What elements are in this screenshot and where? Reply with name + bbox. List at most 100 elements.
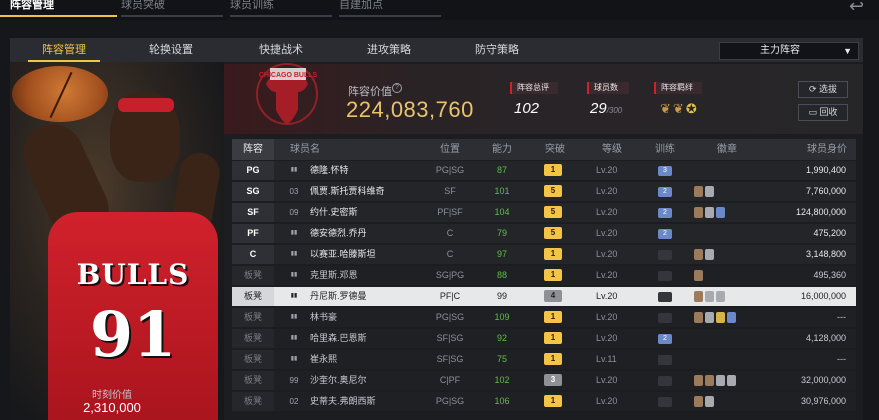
player-name[interactable]: 约什.史密斯 xyxy=(310,203,358,222)
sub-tab-defense-strategy[interactable]: 防守策略 xyxy=(462,38,532,62)
top-tab-breakthrough[interactable]: 球员突破 xyxy=(121,0,165,16)
top-tab-custom-points[interactable]: 自建加点 xyxy=(339,0,383,16)
player-position: PF|C xyxy=(439,291,461,301)
jersey-number: 02 xyxy=(289,397,299,406)
bond-icon[interactable]: ❦ xyxy=(673,101,686,116)
lineup-slot: 板凳 xyxy=(232,308,274,327)
player-salary: 16,000,000 xyxy=(800,291,846,301)
back-arrow-icon[interactable]: ↩ xyxy=(849,0,873,16)
signal-bars-icon: ▮▮ xyxy=(290,251,298,257)
bond-icons[interactable]: ❦❦✪ xyxy=(660,101,699,117)
training-badge xyxy=(658,397,672,407)
signal-bars-icon: ▮▮ xyxy=(290,314,298,320)
table-row[interactable]: 板凳 ▮▮ 克里斯.邓恩 SG|PG 88 1 Lv.20 495,360 xyxy=(232,266,856,285)
player-name[interactable]: 崔永熙 xyxy=(310,350,337,369)
table-row[interactable]: C ▮▮ 以赛亚.哈滕斯坦 C 97 1 Lv.20 3,148,800 xyxy=(232,245,856,264)
breakthrough-badge: 1 xyxy=(544,311,562,323)
lineup-slot: SF xyxy=(232,203,274,222)
lineup-dropdown[interactable]: 主力阵容 ▼ xyxy=(719,42,859,60)
table-row[interactable]: PG ▮▮ 德隆.怀特 PG|SG 87 1 Lv.20 3 1,990,400 xyxy=(232,161,856,180)
player-name[interactable]: 克里斯.邓恩 xyxy=(310,266,358,285)
badge-list xyxy=(694,270,705,281)
table-row[interactable]: 板凳 02 史蒂夫.弗朗西斯 PG|SG 106 1 Lv.20 30,976,000 xyxy=(232,392,856,411)
top-tab-training[interactable]: 球员训练 xyxy=(230,0,274,16)
badge-icon xyxy=(705,291,714,302)
col-header-breakthrough[interactable]: 突破 xyxy=(545,139,565,160)
badge-icon xyxy=(705,207,714,218)
player-name[interactable]: 哈里森.巴恩斯 xyxy=(310,329,367,348)
table-row[interactable]: 板凳 99 沙奎尔.奥尼尔 C|PF 102 3 Lv.20 32,000,000 xyxy=(232,371,856,390)
player-count: 29/300 xyxy=(590,100,623,117)
lineup-rating-label: 阵容总评 xyxy=(510,82,558,94)
player-count-max: /300 xyxy=(606,106,623,115)
training-badge: 2 xyxy=(658,229,672,239)
col-header-ability[interactable]: 能力 xyxy=(492,139,512,160)
col-header-badges[interactable]: 徽章 xyxy=(717,139,737,160)
table-row[interactable]: 板凳 ▮▮ 崔永熙 SF|SG 75 1 Lv.11 --- xyxy=(232,350,856,369)
player-position: PG|SG xyxy=(435,312,465,322)
col-header-salary[interactable]: 球员身价 xyxy=(807,139,847,160)
breakthrough-badge: 5 xyxy=(544,206,562,218)
svg-text:CHICAGO BULLS: CHICAGO BULLS xyxy=(259,72,318,79)
player-name[interactable]: 佩贾.斯托贾科维奇 xyxy=(310,182,385,201)
player-name[interactable]: 林书豪 xyxy=(310,308,337,327)
table-row[interactable]: SF 09 约什.史密斯 PF|SF 104 5 Lv.20 2 124,800,000 xyxy=(232,203,856,222)
badge-icon xyxy=(705,249,714,260)
player-level: Lv.20 xyxy=(596,228,618,238)
sub-tab-quick-tactics[interactable]: 快捷战术 xyxy=(246,38,316,62)
player-name[interactable]: 史蒂夫.弗朗西斯 xyxy=(310,392,376,411)
jersey-number-text: 91 xyxy=(89,298,177,371)
breakthrough-badge: 1 xyxy=(544,353,562,365)
col-header-slot[interactable]: 阵容 xyxy=(232,139,274,160)
sub-tab-rotation[interactable]: 轮换设置 xyxy=(136,38,206,62)
player-level: Lv.20 xyxy=(596,333,618,343)
badge-icon xyxy=(694,186,703,197)
player-ability: 97 xyxy=(496,249,507,259)
signal-bars-icon: ▮▮ xyxy=(290,230,298,236)
table-row[interactable]: 板凳 ▮▮ 林书豪 PG|SG 109 1 Lv.20 --- xyxy=(232,308,856,327)
signal-bars-icon: ▮▮ xyxy=(290,335,298,341)
info-icon[interactable]: ? xyxy=(392,83,402,93)
table-row[interactable]: PF ▮▮ 德安德烈.乔丹 C 79 5 Lv.20 2 475,200 xyxy=(232,224,856,243)
player-name[interactable]: 沙奎尔.奥尼尔 xyxy=(310,371,367,390)
player-name[interactable]: 以赛亚.哈滕斯坦 xyxy=(310,245,376,264)
col-header-training[interactable]: 训练 xyxy=(655,139,675,160)
player-position: PG|SG xyxy=(435,165,465,175)
table-row[interactable]: 板凳 ▮▮ 哈里森.巴恩斯 SF|SG 92 1 Lv.20 2 4,128,000 xyxy=(232,329,856,348)
moment-value-label: 时刻价值 xyxy=(92,390,132,401)
col-header-position[interactable]: 位置 xyxy=(440,139,460,160)
recycle-button[interactable]: ▭ 回收 xyxy=(798,104,848,121)
bond-icon[interactable]: ❦ xyxy=(660,101,673,116)
player-salary: --- xyxy=(837,312,846,322)
sub-tab-lineup[interactable]: 阵容管理 xyxy=(28,38,100,62)
lineup-bond-label: 阵容羁绊 xyxy=(654,82,702,94)
player-salary: 7,760,000 xyxy=(805,186,846,196)
col-header-level[interactable]: 等级 xyxy=(602,139,622,160)
badge-icon xyxy=(716,375,725,386)
player-position: SF xyxy=(444,186,456,196)
table-row[interactable]: 板凳 ▮▮ 丹尼斯.罗德曼 PF|C 99 4 Lv.20 16,000,000 xyxy=(232,287,856,306)
sub-tab-offense-strategy[interactable]: 进攻策略 xyxy=(354,38,424,62)
top-tab-lineup[interactable]: 阵容管理 xyxy=(10,0,54,16)
table-row[interactable]: SG 03 佩贾.斯托贾科维奇 SF 101 5 Lv.20 2 7,760,000 xyxy=(232,182,856,201)
select-button[interactable]: ⟳ 选拔 xyxy=(798,81,848,98)
training-badge xyxy=(658,250,672,260)
training-badge xyxy=(658,355,672,365)
player-ability: 109 xyxy=(494,312,510,322)
player-name[interactable]: 德安德烈.乔丹 xyxy=(310,224,367,243)
player-salary: 4,128,000 xyxy=(805,333,846,343)
lineup-rating: 102 xyxy=(514,100,540,117)
player-name[interactable]: 丹尼斯.罗德曼 xyxy=(310,287,367,306)
bond-icon[interactable]: ✪ xyxy=(686,101,699,116)
player-ability: 92 xyxy=(496,333,507,343)
player-ability: 99 xyxy=(496,291,507,301)
lineup-slot: 板凳 xyxy=(232,392,274,411)
badge-icon xyxy=(694,270,703,281)
player-salary: 1,990,400 xyxy=(805,165,846,175)
player-name[interactable]: 德隆.怀特 xyxy=(310,161,349,180)
training-badge xyxy=(658,313,672,323)
col-header-name[interactable]: 球员名 xyxy=(290,139,320,160)
breakthrough-badge: 3 xyxy=(544,374,562,386)
training-badge xyxy=(658,271,672,281)
bulls-logo-icon: CHICAGO BULLS xyxy=(256,63,318,125)
